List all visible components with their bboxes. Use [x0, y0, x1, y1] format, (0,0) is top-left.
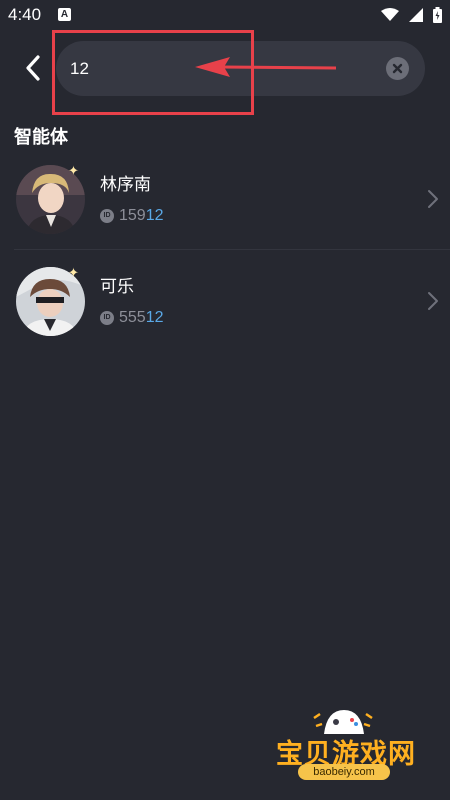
sparkle-icon: ✦: [68, 164, 79, 179]
chevron-right-icon: [428, 292, 438, 310]
chevron-right-icon: [428, 190, 438, 208]
signal-icon: [409, 8, 423, 22]
chevron-left-icon: [26, 55, 40, 81]
id-row: ID 159 12: [100, 207, 164, 225]
battery-icon: [433, 7, 442, 23]
status-time: 4:40: [8, 5, 42, 24]
item-name: 可乐: [100, 277, 134, 297]
status-icons: [381, 7, 442, 23]
id-prefix: 159: [119, 207, 146, 224]
a-letter-icon: A: [58, 8, 71, 21]
watermark-logo: 宝贝游戏网 baobeiy.com: [272, 704, 422, 794]
id-prefix: 555: [119, 309, 146, 326]
list-item[interactable]: ✦ 林序南 ID 159 12: [0, 150, 450, 250]
back-button[interactable]: [22, 53, 46, 83]
id-badge-icon: ID: [100, 311, 114, 325]
id-badge-icon: ID: [100, 209, 114, 223]
close-circle-icon: [392, 63, 403, 74]
list-item[interactable]: ✦ 可乐 ID 555 12: [0, 252, 450, 352]
id-match-highlight: 12: [145, 207, 164, 224]
status-bar: 4:40 A: [0, 0, 450, 32]
search-box[interactable]: [56, 41, 425, 96]
watermark-url: baobeiy.com: [298, 764, 390, 780]
divider: [14, 249, 450, 250]
search-input[interactable]: [70, 41, 370, 96]
id-match-highlight: 12: [145, 309, 164, 326]
wifi-icon: [381, 8, 399, 21]
id-row: ID 555 12: [100, 309, 164, 327]
clear-search-button[interactable]: [386, 57, 409, 80]
item-name: 林序南: [100, 175, 151, 195]
section-title: 智能体: [14, 127, 68, 148]
sparkle-icon: ✦: [68, 266, 79, 281]
